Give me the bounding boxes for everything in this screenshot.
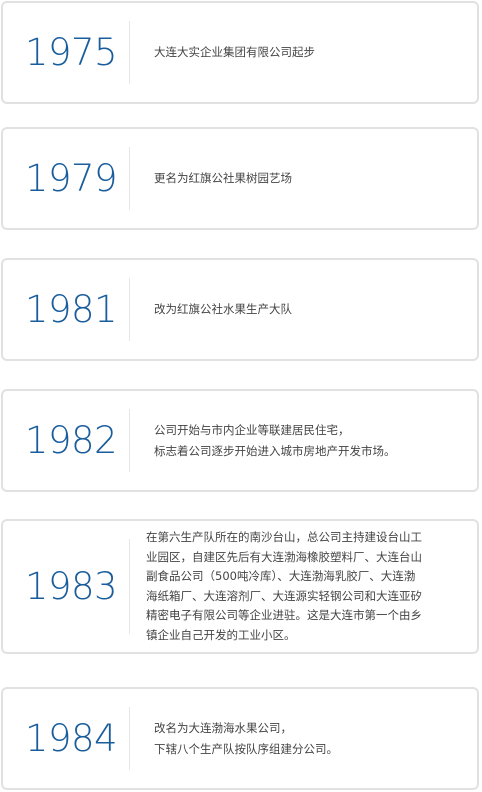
- description-line: 更名为红旗公社果树园艺场: [154, 171, 292, 185]
- timeline-year: 1984: [24, 717, 118, 760]
- description-line: 改名为大连渤海水果公司，: [154, 720, 292, 735]
- description-line: 标志着公司逐步开始进入城市房地产开发市场。: [154, 443, 396, 458]
- timeline-divider: [129, 21, 130, 84]
- timeline-divider: [129, 147, 130, 210]
- timeline-card-1981: 1981 改为红旗公社水果生产大队: [1, 258, 479, 361]
- description-line: 改为红旗公社水果生产大队: [154, 302, 292, 316]
- timeline-description: 大连大实企业集团有限公司起步: [154, 3, 463, 102]
- timeline-divider: [129, 409, 130, 472]
- timeline-description: 改为红旗公社水果生产大队: [154, 260, 463, 359]
- description-line: 大连大实企业集团有限公司起步: [154, 45, 315, 59]
- timeline-card-1984: 1984 改名为大连渤海水果公司， 下辖八个生产队按队序组建分公司。: [1, 687, 479, 790]
- timeline-year: 1975: [24, 31, 118, 74]
- description-line: 副食品公司（500吨冷库）、大连渤海乳胶厂、大连渤: [146, 569, 416, 583]
- timeline-year: 1981: [24, 288, 118, 331]
- timeline-description: 公司开始与市内企业等联建居民住宅， 标志着公司逐步开始进入城市房地产开发市场。: [154, 391, 463, 490]
- timeline-divider: [129, 707, 130, 770]
- timeline-year: 1979: [24, 157, 118, 200]
- timeline-card-1983: 1983 在第六生产队所在的南沙台山，总公司主持建设台山工 业园区，自建区先后有…: [1, 519, 479, 654]
- description-line: 在第六生产队所在的南沙台山，总公司主持建设台山工: [146, 530, 422, 544]
- timeline-description: 改名为大连渤海水果公司， 下辖八个生产队按队序组建分公司。: [154, 689, 463, 788]
- timeline-card-1979: 1979 更名为红旗公社果树园艺场: [1, 127, 479, 230]
- description-line: 公司开始与市内企业等联建居民住宅，: [154, 422, 350, 437]
- timeline-year: 1982: [24, 419, 118, 462]
- description-line: 业园区，自建区先后有大连渤海橡胶塑料厂、大连台山: [146, 549, 422, 564]
- description-line: 海纸箱厂、大连溶剂厂、大连源实轻钢公司和大连亚矽: [146, 588, 422, 603]
- description-line: 下辖八个生产队按队序组建分公司。: [154, 741, 338, 756]
- description-line: 镇企业自己开发的工业小区。: [146, 627, 296, 642]
- timeline-divider: [129, 539, 130, 634]
- timeline-divider: [129, 278, 130, 341]
- timeline-card-1982: 1982 公司开始与市内企业等联建居民住宅， 标志着公司逐步开始进入城市房地产开…: [1, 389, 479, 492]
- timeline-year: 1983: [24, 565, 118, 608]
- timeline-description: 在第六生产队所在的南沙台山，总公司主持建设台山工 业园区，自建区先后有大连渤海橡…: [146, 521, 467, 652]
- description-line: 精密电子有限公司等企业进驻。这是大连市第一个由乡: [146, 608, 422, 622]
- timeline-card-1975: 1975 大连大实企业集团有限公司起步: [1, 1, 479, 104]
- timeline-description: 更名为红旗公社果树园艺场: [154, 129, 463, 228]
